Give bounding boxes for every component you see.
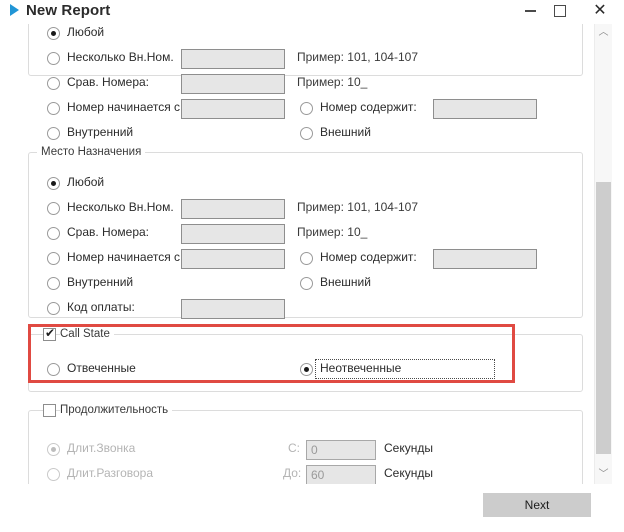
destination-label-payment-code: Код оплаты: xyxy=(67,300,135,314)
scroll-down-icon[interactable]: ﹀ xyxy=(595,466,612,484)
source-radio-any[interactable] xyxy=(47,27,60,40)
source-label-internal: Внутренний xyxy=(67,125,133,139)
source-radio-external[interactable] xyxy=(300,127,313,140)
call-state-group: Call State Отвеченные Неотвеченные xyxy=(28,334,583,392)
destination-label-any: Любой xyxy=(67,175,104,189)
source-input-several[interactable] xyxy=(181,49,285,69)
destination-group-title: Место Назначения xyxy=(37,146,145,158)
destination-input-several[interactable] xyxy=(181,199,285,219)
play-triangle-icon xyxy=(10,4,19,16)
source-radio-starts-with[interactable] xyxy=(47,102,60,115)
source-input-starts-with[interactable] xyxy=(181,99,285,119)
window-title-bar: New Report ✕ xyxy=(0,0,624,24)
destination-radio-contains[interactable] xyxy=(300,252,313,265)
source-radio-internal[interactable] xyxy=(47,127,60,140)
duration-group-title: Продолжительность xyxy=(60,404,172,416)
duration-to-label: До: xyxy=(283,466,301,480)
source-label-compare: Срав. Номера: xyxy=(67,75,149,89)
call-state-radio-unanswered[interactable] xyxy=(300,363,313,376)
destination-radio-any[interactable] xyxy=(47,177,60,190)
call-state-label-answered: Отвеченные xyxy=(67,361,136,375)
close-button[interactable]: ✕ xyxy=(586,0,614,22)
source-hint-compare: Пример: 10_ xyxy=(297,75,367,89)
source-radio-contains[interactable] xyxy=(300,102,313,115)
source-input-compare[interactable] xyxy=(181,74,285,94)
duration-to-input[interactable]: 60 xyxy=(306,465,376,484)
destination-radio-payment-code[interactable] xyxy=(47,302,60,315)
source-label-external: Внешний xyxy=(320,125,371,139)
destination-radio-several[interactable] xyxy=(47,202,60,215)
scroll-up-icon[interactable]: ︿ xyxy=(595,24,612,42)
minimize-button[interactable] xyxy=(516,0,544,22)
duration-to-unit: Секунды xyxy=(384,466,433,480)
destination-label-starts-with: Номер начинается с: xyxy=(67,250,183,264)
destination-input-compare[interactable] xyxy=(181,224,285,244)
scrollbar-thumb[interactable] xyxy=(596,182,611,454)
duration-label-ring: Длит.Звонка xyxy=(67,441,135,455)
page-title: New Report xyxy=(26,2,110,19)
source-label-any: Любой xyxy=(67,25,104,39)
duration-radio-ring[interactable] xyxy=(47,443,60,456)
destination-label-internal: Внутренний xyxy=(67,275,133,289)
dialog-footer: Next xyxy=(0,484,624,532)
minimize-icon xyxy=(525,10,536,12)
source-label-starts-with: Номер начинается с: xyxy=(67,100,183,114)
destination-radio-external[interactable] xyxy=(300,277,313,290)
vertical-scrollbar[interactable]: ︿ ﹀ xyxy=(594,24,612,484)
destination-hint-several: Пример: 101, 104-107 xyxy=(297,200,418,214)
duration-from-input[interactable]: 0 xyxy=(306,440,376,460)
source-radio-several[interactable] xyxy=(47,52,60,65)
duration-label-talk: Длит.Разговора xyxy=(67,466,153,480)
call-state-label-unanswered: Неотвеченные xyxy=(320,361,401,375)
destination-input-contains[interactable] xyxy=(433,249,537,269)
duration-radio-talk[interactable] xyxy=(47,468,60,481)
destination-radio-starts-with[interactable] xyxy=(47,252,60,265)
next-button[interactable]: Next xyxy=(483,493,591,517)
duration-group: Продолжительность Длит.Звонка С: 0 Секун… xyxy=(28,410,583,484)
destination-radio-internal[interactable] xyxy=(47,277,60,290)
call-state-checkbox[interactable] xyxy=(43,328,56,341)
source-input-contains[interactable] xyxy=(433,99,537,119)
destination-hint-compare: Пример: 10_ xyxy=(297,225,367,239)
destination-input-starts-with[interactable] xyxy=(181,249,285,269)
source-radio-compare[interactable] xyxy=(47,77,60,90)
maximize-icon xyxy=(554,5,566,17)
destination-label-external: Внешний xyxy=(320,275,371,289)
form-scroll-area: Любой Несколько Вн.Ном. Пример: 101, 104… xyxy=(0,24,594,484)
destination-group: Место Назначения Любой Несколько Вн.Ном.… xyxy=(28,152,583,318)
call-state-radio-answered[interactable] xyxy=(47,363,60,376)
destination-label-several: Несколько Вн.Ном. xyxy=(67,200,174,214)
duration-from-unit: Секунды xyxy=(384,441,433,455)
source-group: Любой Несколько Вн.Ном. Пример: 101, 104… xyxy=(28,24,583,76)
destination-radio-compare[interactable] xyxy=(47,227,60,240)
maximize-button[interactable] xyxy=(546,0,574,22)
source-hint-several: Пример: 101, 104-107 xyxy=(297,50,418,64)
destination-label-contains: Номер содержит: xyxy=(320,250,417,264)
destination-label-compare: Срав. Номера: xyxy=(67,225,149,239)
duration-from-label: С: xyxy=(288,441,300,455)
source-label-contains: Номер содержит: xyxy=(320,100,417,114)
call-state-group-title: Call State xyxy=(60,328,114,340)
duration-checkbox[interactable] xyxy=(43,404,56,417)
source-label-several: Несколько Вн.Ном. xyxy=(67,50,174,64)
destination-input-payment-code[interactable] xyxy=(181,299,285,319)
